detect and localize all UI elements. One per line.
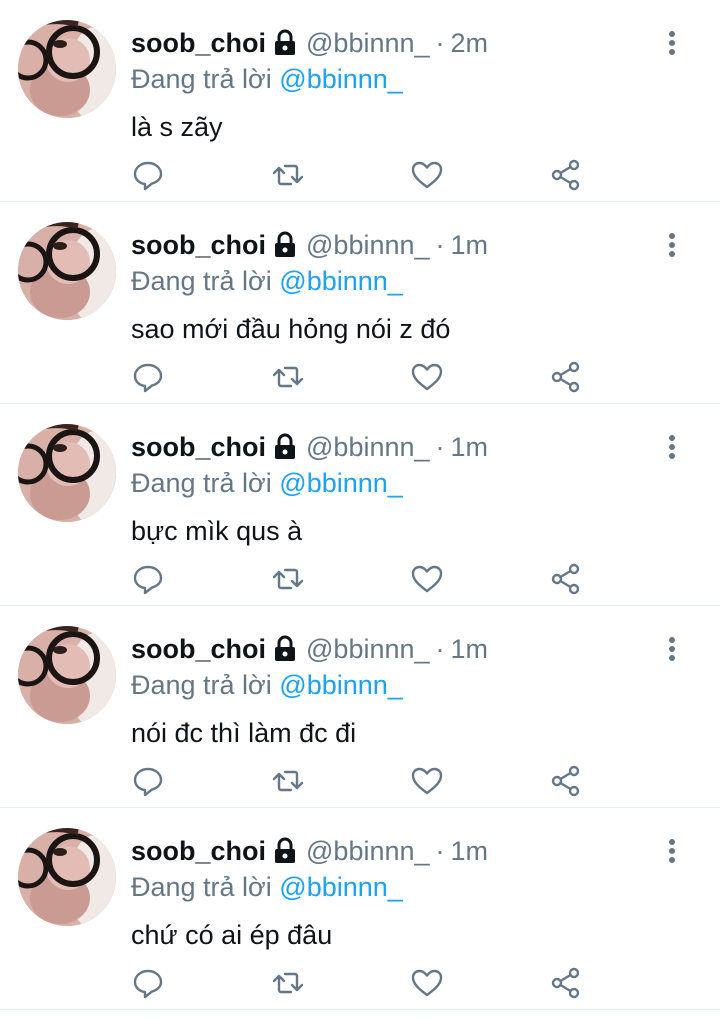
tweet-text: nói đc thì làm đc đi [131,718,357,748]
separator-dot: · [435,634,445,664]
tweet[interactable]: soob_choi @bbinnn_ · 2m Đang trả lời @bb… [0,0,720,202]
tweet[interactable]: soob_choi @bbinnn_ · 1m Đang trả lời @bb… [0,404,720,606]
replying-to-label: Đang trả lời [131,64,272,94]
lock-icon [272,29,298,57]
reply-target-link[interactable]: @bbinnn_ [279,64,403,94]
tweet-header: soob_choi @bbinnn_ · 1m [131,428,720,466]
separator-dot: · [435,28,445,58]
display-name[interactable]: soob_choi [131,630,266,668]
tweet[interactable]: soob_choi @bbinnn_ · 1m Đang trả lời @bb… [0,202,720,404]
share-icon[interactable] [549,158,583,192]
share-icon[interactable] [549,360,583,394]
share-icon[interactable] [549,562,583,596]
user-handle[interactable]: @bbinnn_ [306,226,430,264]
user-handle[interactable]: @bbinnn_ [306,428,430,466]
retweet-icon[interactable] [271,158,305,192]
user-handle[interactable]: @bbinnn_ [306,832,430,870]
reply-target-link[interactable]: @bbinnn_ [279,670,403,700]
avatar[interactable] [18,424,116,522]
replying-to: Đang trả lời @bbinnn_ [131,264,720,298]
tweet-header: soob_choi @bbinnn_ · 1m [131,226,720,264]
timestamp[interactable]: 1m [451,832,489,870]
reply-icon[interactable] [131,764,165,798]
tweet-feed: soob_choi @bbinnn_ · 2m Đang trả lời @bb… [0,0,720,1018]
replying-to: Đang trả lời @bbinnn_ [131,466,720,500]
tweet-actions [131,966,591,1006]
more-vertical-icon[interactable] [664,232,680,262]
lock-icon [272,635,298,663]
separator-dot: · [435,836,445,866]
heart-icon[interactable] [410,158,444,192]
avatar-photo [18,828,116,926]
tweet-text: bực mìk qus à [131,516,303,546]
retweet-icon[interactable] [271,966,305,1000]
tweet-actions [131,562,591,602]
user-handle[interactable]: @bbinnn_ [306,630,430,668]
heart-icon[interactable] [410,360,444,394]
display-name[interactable]: soob_choi [131,226,266,264]
lock-icon [272,837,298,865]
tweet-actions [131,360,591,400]
avatar-photo [18,20,116,118]
avatar-photo [18,222,116,320]
tweet-header: soob_choi @bbinnn_ · 1m [131,630,720,668]
more-vertical-icon[interactable] [664,838,680,868]
reply-icon[interactable] [131,966,165,1000]
avatar-photo [18,424,116,522]
tweet-actions [131,764,591,804]
replying-to: Đang trả lời @bbinnn_ [131,668,720,702]
replying-to: Đang trả lời @bbinnn_ [131,870,720,904]
tweet-text: sao mới đầu hỏng nói z đó [131,314,451,344]
avatar[interactable] [18,828,116,926]
display-name[interactable]: soob_choi [131,428,266,466]
tweet-actions [131,158,591,198]
tweet[interactable]: soob_choi @bbinnn_ · 1m Đang trả lời @bb… [0,808,720,1010]
reply-icon[interactable] [131,562,165,596]
display-name[interactable]: soob_choi [131,24,266,62]
avatar[interactable] [18,20,116,118]
tweet-text: là s zãy [131,112,223,142]
more-vertical-icon[interactable] [664,636,680,666]
retweet-icon[interactable] [271,764,305,798]
retweet-icon[interactable] [271,360,305,394]
heart-icon[interactable] [410,764,444,798]
avatar[interactable] [18,222,116,320]
reply-target-link[interactable]: @bbinnn_ [279,266,403,296]
separator-dot: · [435,230,445,260]
share-icon[interactable] [549,966,583,1000]
tweet[interactable]: soob_choi @bbinnn_ · 1m Đang trả lời @bb… [0,606,720,808]
more-vertical-icon[interactable] [664,30,680,60]
lock-icon [272,231,298,259]
avatar-photo [18,626,116,724]
user-handle[interactable]: @bbinnn_ [306,24,430,62]
reply-icon[interactable] [131,360,165,394]
replying-to-label: Đang trả lời [131,872,272,902]
retweet-icon[interactable] [271,562,305,596]
tweet-header: soob_choi @bbinnn_ · 1m [131,832,720,870]
heart-icon[interactable] [410,562,444,596]
display-name[interactable]: soob_choi [131,832,266,870]
replying-to: Đang trả lời @bbinnn_ [131,62,720,96]
timestamp[interactable]: 1m [451,630,489,668]
reply-target-link[interactable]: @bbinnn_ [279,872,403,902]
lock-icon [272,433,298,461]
reply-icon[interactable] [131,158,165,192]
more-vertical-icon[interactable] [664,434,680,464]
avatar[interactable] [18,626,116,724]
replying-to-label: Đang trả lời [131,266,272,296]
heart-icon[interactable] [410,966,444,1000]
tweet-header: soob_choi @bbinnn_ · 2m [131,24,720,62]
share-icon[interactable] [549,764,583,798]
replying-to-label: Đang trả lời [131,670,272,700]
replying-to-label: Đang trả lời [131,468,272,498]
separator-dot: · [435,432,445,462]
timestamp[interactable]: 1m [451,428,489,466]
tweet-text: chứ có ai ép đâu [131,920,333,950]
timestamp[interactable]: 1m [451,226,489,264]
reply-target-link[interactable]: @bbinnn_ [279,468,403,498]
timestamp[interactable]: 2m [451,24,489,62]
